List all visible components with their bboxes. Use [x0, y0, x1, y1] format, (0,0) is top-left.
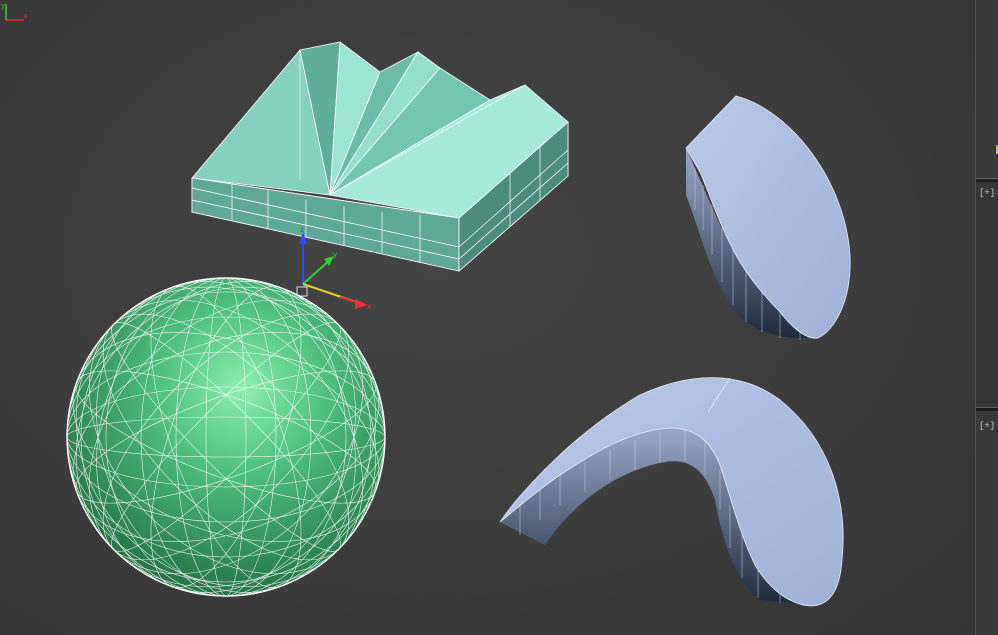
viewport-bottom-right[interactable]	[976, 411, 998, 635]
gizmo-z-label: z	[300, 225, 304, 234]
viewport-menu-label[interactable]: [+]	[979, 421, 995, 431]
corner-y-label: y	[1, 3, 5, 10]
curved-shape-top-object[interactable]	[685, 95, 851, 340]
viewport-middle-right[interactable]	[976, 182, 998, 407]
gizmo-x-label: x	[367, 302, 371, 311]
corner-axis-tripod: y x	[1, 3, 28, 21]
viewport-top-right[interactable]	[976, 0, 998, 178]
viewport-menu-label-overlay[interactable]: [+]	[979, 188, 995, 198]
gizmo-y-label: y	[333, 250, 337, 259]
curved-shape-bottom-object[interactable]	[499, 377, 844, 607]
geosphere-object[interactable]	[15, 226, 438, 635]
adjacent-viewports-strip: [+] [+] [+]	[975, 0, 998, 635]
viewport-canvas[interactable]: x y z	[0, 0, 975, 635]
folded-mesh-object[interactable]	[191, 41, 569, 272]
corner-x-label: x	[24, 13, 28, 20]
perspective-viewport[interactable]: x y z y x	[0, 0, 975, 635]
